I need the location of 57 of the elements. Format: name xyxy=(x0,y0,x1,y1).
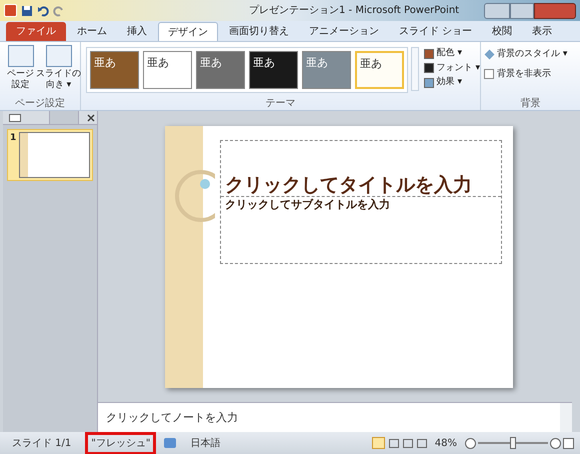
ribbon-button[interactable]: ページ 設定 xyxy=(7,69,34,91)
slide-thumbnail-row[interactable]: 1 xyxy=(7,129,93,181)
maximize-button[interactable] xyxy=(510,2,534,18)
powerpoint-logo-icon xyxy=(4,4,17,17)
theme-thumbnail[interactable]: 亜あ xyxy=(249,51,298,89)
group-label: 背景 xyxy=(520,96,542,110)
redo-icon[interactable] xyxy=(53,4,65,16)
status-text: スライド 1/1 xyxy=(11,436,72,450)
ribbon-tab[interactable]: デザイン xyxy=(158,22,218,41)
save-icon[interactable] xyxy=(21,4,33,16)
ribbon-tab[interactable]: 挿入 xyxy=(118,22,156,41)
zoom-level[interactable]: 48% xyxy=(434,436,457,450)
window-title: プレゼンテーション1 - Microsoft PowerPoint xyxy=(249,4,460,18)
ribbon-tab[interactable]: 校閲 xyxy=(483,22,522,41)
background-styles-button[interactable]: 背景のスタイル ▾ xyxy=(497,48,568,62)
ribbon-tab[interactable]: ホーム xyxy=(68,22,116,41)
subtitle-placeholder[interactable]: クリックしてサブタイトルを入力 xyxy=(221,196,501,213)
theme-sample-text: 亜あ xyxy=(306,56,329,70)
theme-thumbnail[interactable]: 亜あ xyxy=(90,51,139,89)
ribbon-tab[interactable]: 表示 xyxy=(523,22,562,41)
zoom-slider-thumb[interactable] xyxy=(510,437,516,449)
group-label: ページ設定 xyxy=(14,96,66,110)
title-placeholder[interactable]: クリックしてタイトルを入力 xyxy=(225,174,472,196)
theme-sample-text: 亜あ xyxy=(94,56,117,70)
ribbon-tab[interactable]: 画面切り替え xyxy=(220,22,298,41)
status-text: "フレッシュ" xyxy=(85,432,156,454)
theme-sample-text: 亜あ xyxy=(147,56,170,70)
zoom-out-button[interactable] xyxy=(465,438,476,448)
page-icon xyxy=(46,45,72,67)
ribbon-button[interactable]: フォント ▾ xyxy=(436,62,480,75)
ribbon-button[interactable]: 配色 ▾ xyxy=(436,47,462,60)
ribbon-button[interactable]: 効果 ▾ xyxy=(436,76,462,90)
close-icon[interactable] xyxy=(87,114,95,122)
theme-sample-text: 亜あ xyxy=(360,57,383,71)
status-text: 日本語 xyxy=(189,436,222,450)
ribbon-tab[interactable]: ファイル xyxy=(6,22,66,41)
undo-icon[interactable] xyxy=(37,4,49,16)
ribbon-tab[interactable]: アニメーション xyxy=(300,22,388,41)
checkbox[interactable] xyxy=(484,69,494,80)
group-label: テーマ xyxy=(264,97,296,110)
theme-thumbnail[interactable]: 亜あ xyxy=(143,51,192,89)
slides-tab[interactable] xyxy=(9,114,21,122)
gallery-scrollbar[interactable] xyxy=(411,47,419,91)
theme-sample-text: 亜あ xyxy=(253,56,276,70)
ribbon-tab[interactable]: スライド ショー xyxy=(390,22,482,41)
zoom-in-button[interactable] xyxy=(550,438,561,448)
slide-thumbnail xyxy=(19,132,90,178)
minimize-button[interactable] xyxy=(484,2,510,18)
theme-sample-text: 亜あ xyxy=(200,56,223,70)
scrollbar[interactable] xyxy=(560,403,572,432)
page-icon xyxy=(8,45,34,67)
slide-number: 1 xyxy=(10,132,16,145)
ribbon-button[interactable]: スライドの 向き ▾ xyxy=(36,69,81,91)
theme-thumbnail[interactable]: 亜あ xyxy=(196,51,245,89)
checkbox-label: 背景を非表示 xyxy=(497,68,551,80)
theme-thumbnail[interactable]: 亜あ xyxy=(355,51,404,89)
close-button[interactable] xyxy=(534,2,576,18)
